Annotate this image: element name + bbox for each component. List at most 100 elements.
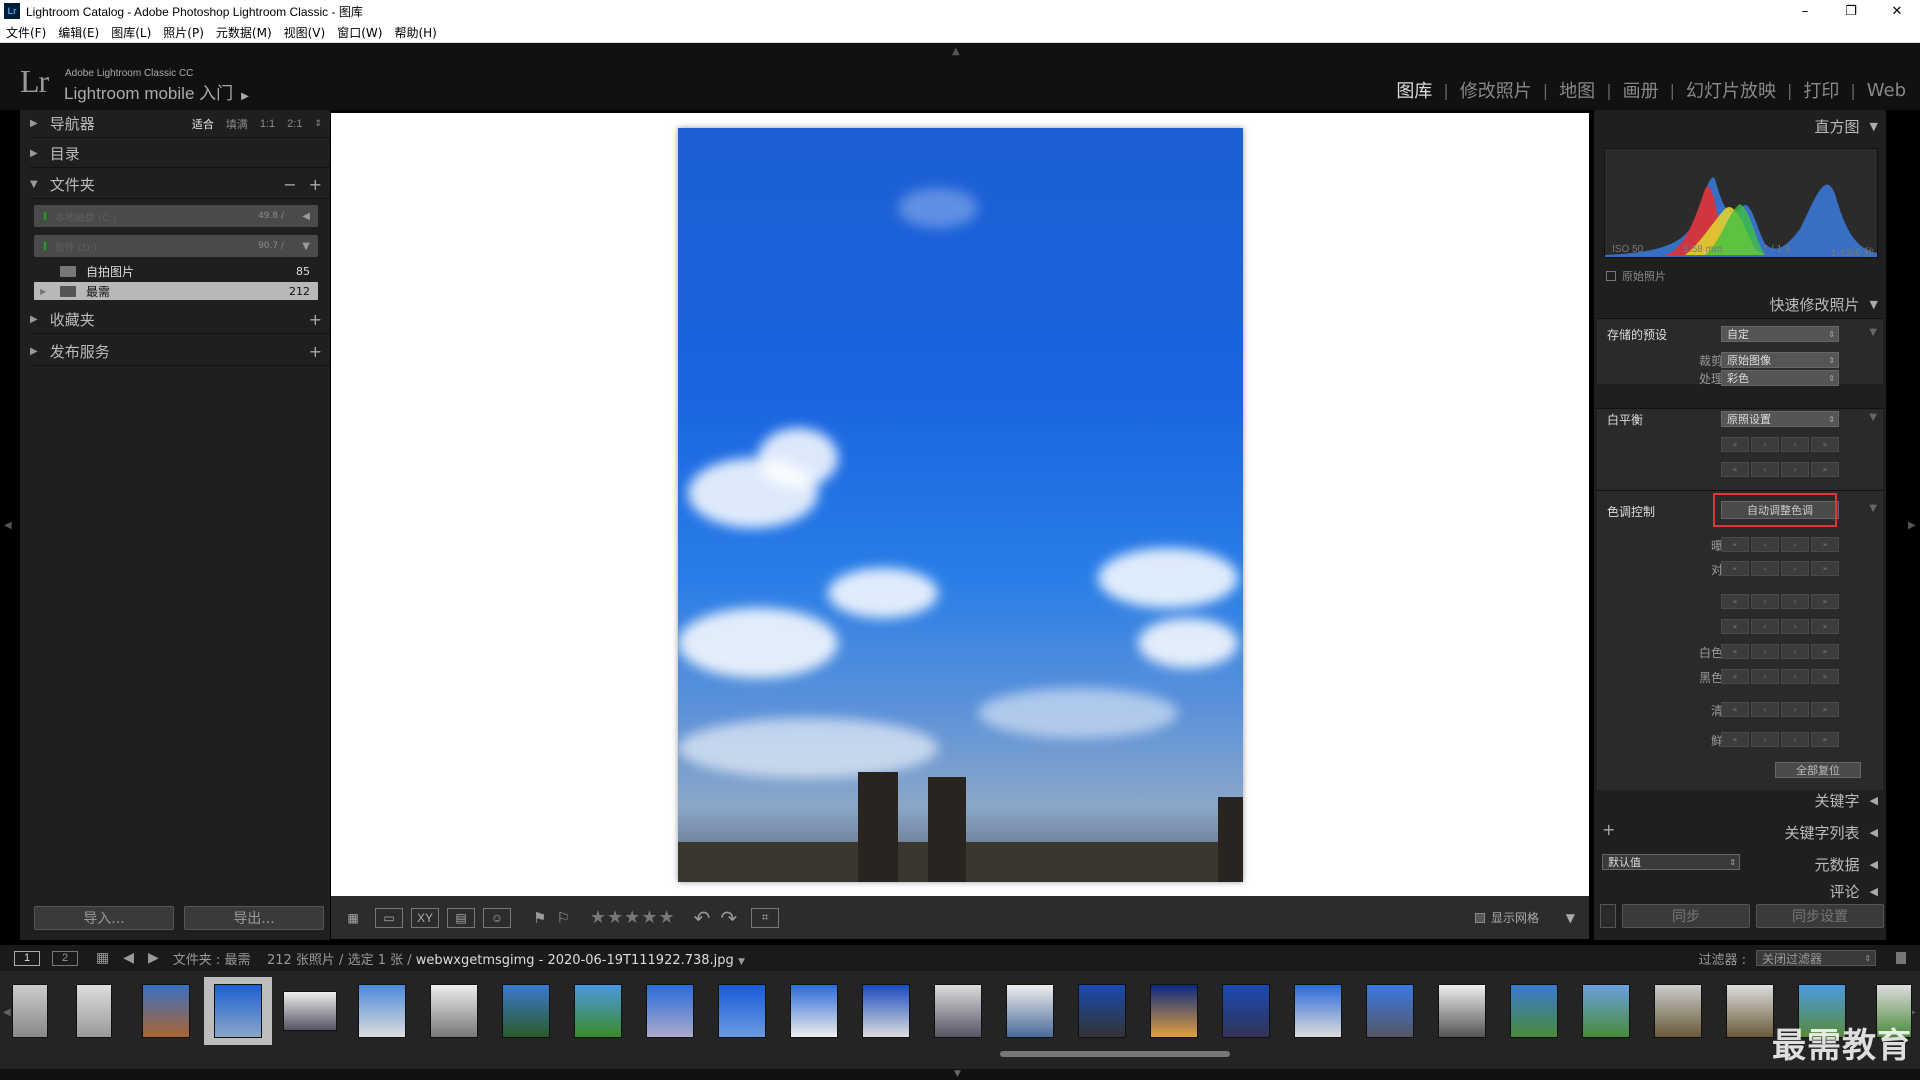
filmstrip-thumbnail[interactable]	[1500, 977, 1568, 1045]
menu-help[interactable]: 帮助(H)	[394, 24, 436, 41]
add-collection-icon[interactable]: +	[309, 310, 322, 329]
filmstrip-thumbnail[interactable]	[636, 977, 704, 1045]
filmstrip-thumbnail[interactable]	[420, 977, 488, 1045]
filmstrip-thumbnail[interactable]	[0, 977, 64, 1045]
loupe-view[interactable]	[331, 113, 1589, 896]
expand-triangle-icon[interactable]: ▶	[40, 287, 54, 296]
collections-header[interactable]: ▶ 收藏夹 +	[30, 306, 330, 334]
restore-button[interactable]: ❐	[1828, 0, 1874, 22]
grid-icon[interactable]: ▦	[96, 950, 109, 966]
clarity-stepper[interactable]: «‹ ›»	[1721, 702, 1839, 717]
volume-c[interactable]: 本地磁盘 (C:) 49.8 / ◀	[34, 205, 318, 227]
source-dropdown-icon[interactable]: ▼	[738, 957, 745, 967]
filmstrip-thumbnail[interactable]	[924, 977, 992, 1045]
zoom-fill[interactable]: 填满	[226, 116, 248, 132]
toolbar-menu-icon[interactable]: ▼	[1566, 911, 1575, 925]
zoom-stepper-icon[interactable]: ⇕	[314, 118, 322, 129]
show-grid-toggle[interactable]: 显示网格	[1474, 909, 1539, 926]
export-button[interactable]: 导出...	[184, 906, 324, 930]
rotate-right-icon[interactable]: ↷	[720, 906, 737, 930]
module-print[interactable]: 打印	[1803, 77, 1839, 103]
exposure-stepper[interactable]: «‹ ›»	[1721, 537, 1839, 552]
whites-stepper[interactable]: «‹ ›»	[1721, 644, 1839, 659]
people-view-icon[interactable]: ☺	[483, 907, 511, 928]
filmstrip-thumbnail[interactable]	[996, 977, 1064, 1045]
filmstrip-thumbnail[interactable]	[1140, 977, 1208, 1045]
filmstrip-thumbnail[interactable]	[708, 977, 776, 1045]
loupe-view-icon[interactable]: ▭	[375, 907, 403, 928]
vibrance-stepper[interactable]: «‹ ›»	[1721, 732, 1839, 747]
shadows-stepper[interactable]: «‹ ›»	[1721, 619, 1839, 634]
module-book[interactable]: 画册	[1623, 77, 1659, 103]
add-keyword-icon[interactable]: +	[1602, 820, 1615, 839]
tint-stepper[interactable]: «‹ ›»	[1721, 462, 1839, 477]
keywording-header[interactable]: 关键字 ◀	[1815, 790, 1878, 810]
module-slideshow[interactable]: 幻灯片放映	[1686, 77, 1776, 103]
comments-header[interactable]: 评论 ◀	[1830, 884, 1878, 898]
add-folder-icon[interactable]: +	[309, 175, 322, 194]
module-map[interactable]: 地图	[1559, 77, 1595, 103]
histogram-header[interactable]: 直方图 ▼	[1815, 116, 1878, 136]
sync-settings-button[interactable]: 同步设置	[1756, 904, 1884, 928]
top-panel-toggle-icon[interactable]: ▲	[952, 46, 960, 57]
filmstrip-scrollbar[interactable]	[1000, 1051, 1230, 1057]
temp-stepper[interactable]: «‹ ›»	[1721, 437, 1839, 452]
catalog-header[interactable]: ▶ 目录	[30, 140, 330, 168]
menu-edit[interactable]: 编辑(E)	[58, 24, 99, 41]
reset-all-button[interactable]: 全部复位	[1775, 762, 1861, 778]
section-toggle-icon[interactable]: ▼	[1869, 503, 1877, 514]
white-balance-dropdown[interactable]: 原照设置 ⇕	[1721, 411, 1839, 427]
grid-view-icon[interactable]: ▦	[339, 908, 367, 928]
filmstrip-thumbnail-selected[interactable]	[204, 977, 272, 1045]
flag-icon[interactable]: ⚑	[533, 907, 546, 929]
menu-window[interactable]: 窗口(W)	[337, 24, 382, 41]
survey-view-icon[interactable]: ▤	[447, 907, 475, 928]
filmstrip-thumbnail[interactable]	[1068, 977, 1136, 1045]
identity-plate-title[interactable]: Lightroom mobile 入门 ▶	[64, 79, 249, 104]
forward-arrow-icon[interactable]: ▶	[148, 950, 159, 966]
zoom-2-1[interactable]: 2:1	[287, 118, 302, 130]
filmstrip-thumbnail[interactable]	[1644, 977, 1712, 1045]
menu-photo[interactable]: 照片(P)	[163, 24, 204, 41]
import-button[interactable]: 导入...	[34, 906, 174, 930]
section-toggle-icon[interactable]: ▼	[1869, 412, 1877, 423]
left-panel-toggle-icon[interactable]: ◀	[4, 520, 12, 531]
publish-header[interactable]: ▶ 发布服务 +	[30, 338, 330, 366]
filmstrip-thumbnail[interactable]	[348, 977, 416, 1045]
add-publish-icon[interactable]: +	[309, 342, 322, 361]
filmstrip-thumbnail[interactable]	[1356, 977, 1424, 1045]
source-path[interactable]: 文件夹 : 最需 212 张照片 / 选定 1 张 / webwxgetmsgi…	[173, 949, 745, 968]
filmstrip-thumbnail[interactable]	[1572, 977, 1640, 1045]
zoom-1-1[interactable]: 1:1	[260, 118, 275, 130]
filmstrip[interactable]: ◀ ▶	[0, 971, 1920, 1069]
sync-button[interactable]: 同步	[1622, 904, 1750, 928]
filmstrip-thumbnail[interactable]	[1212, 977, 1280, 1045]
filmstrip-thumbnail[interactable]	[1428, 977, 1496, 1045]
menu-view[interactable]: 视图(V)	[284, 24, 326, 41]
auto-sync-toggle[interactable]	[1600, 904, 1616, 928]
folder-item[interactable]: 自拍图片 85	[34, 262, 318, 280]
keyword-list-header[interactable]: 关键字列表 ◀	[1785, 822, 1878, 842]
module-web[interactable]: Web	[1867, 80, 1906, 101]
secondary-window-button[interactable]: 2	[52, 950, 78, 966]
metadata-preset-dropdown[interactable]: 默认值 ⇕	[1602, 854, 1740, 870]
filmstrip-thumbnail[interactable]	[852, 977, 920, 1045]
right-panel-toggle-icon[interactable]: ▶	[1908, 520, 1916, 531]
section-toggle-icon[interactable]: ▼	[1869, 327, 1877, 338]
filter-dropdown[interactable]: 关闭过滤器 ⇕	[1756, 950, 1876, 966]
main-window-button[interactable]: 1	[14, 950, 40, 966]
crop-overlay-icon[interactable]: ⌗	[751, 907, 780, 928]
show-grid-checkbox[interactable]	[1474, 912, 1485, 923]
filmstrip-thumbnail[interactable]	[564, 977, 632, 1045]
filter-lock-icon[interactable]	[1896, 952, 1906, 964]
menu-library[interactable]: 图库(L)	[111, 24, 151, 41]
saved-preset-dropdown[interactable]: 自定 ⇕	[1721, 326, 1839, 342]
reject-flag-icon[interactable]: ⚐	[556, 907, 569, 929]
minimize-button[interactable]: –	[1782, 0, 1828, 22]
original-photo-checkbox[interactable]	[1606, 271, 1616, 281]
folder-item-selected[interactable]: ▶ 最需 212	[34, 282, 318, 300]
crop-ratio-dropdown[interactable]: 原始图像 ⇕	[1721, 352, 1839, 368]
highlights-stepper[interactable]: «‹ ›»	[1721, 594, 1839, 609]
close-button[interactable]: ✕	[1874, 0, 1920, 22]
filmstrip-thumbnail[interactable]	[780, 977, 848, 1045]
